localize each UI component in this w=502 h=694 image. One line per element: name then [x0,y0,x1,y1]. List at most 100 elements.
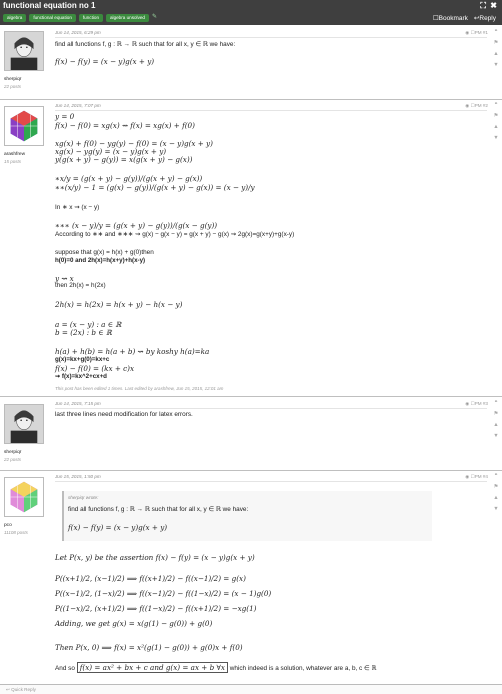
math-line: According to ∗∗ and ∗∗∗ ⇝ g(x) − g(x − y… [55,231,295,238]
math-line: h(a) + h(b) = h(a + b) ⇝ by koshy h(a)=k… [55,347,210,356]
post-text: find all functions f, g : ℝ → ℝ such tha… [55,41,236,48]
math-line: suppose that g(x) = h(x) + g(0)then [55,249,154,256]
post-4: pco 11108 posts Jun 15, 2015, 1:50 pm ◉ … [0,471,502,684]
username[interactable]: pco [4,523,44,528]
math-line: P((x+1)/2, (x−1)/2) ⟹ f((x+1)/2) − f((x−… [55,574,246,583]
math-line: ∗∗(x/y) − 1 = (g(x) − g(y))/(g(x + y) − … [55,183,255,192]
pm-label[interactable]: PM [475,474,482,479]
close-icon[interactable]: ✖ [490,1,497,10]
post-meta: ◉ ☐PM #1 [465,30,488,36]
view-icon[interactable]: ◉ [465,30,469,35]
reply-label: Reply [479,15,496,22]
topic-title: functional equation no 1 [3,1,96,10]
post-author: sherpiqr 22 posts [4,404,44,462]
post-number[interactable]: #1 [483,30,488,35]
post-number[interactable]: #4 [483,474,488,479]
math-line: ⇝ f(x)=kx^2+cx+d [55,373,107,380]
quote-icon[interactable]: ❝ [492,100,500,111]
avatar-sherpiqr[interactable] [4,404,44,444]
math-line: y = 0 [55,112,75,121]
thumbs-up-icon[interactable]: ▲ [492,49,500,60]
divider [55,37,487,38]
thumbs-down-icon[interactable]: ▼ [492,504,500,515]
flag-icon[interactable]: ⚑ [492,111,500,122]
post-count: 11108 posts [4,530,28,535]
post-date: Jun 15, 2015, 1:50 pm [55,474,101,479]
math-line: ∗∗∗ (x − y)/y = (g(x + y) − g(y))/(g(x −… [55,221,218,230]
math-line: g(x)=kx+g(0)=kx+c [55,356,110,363]
post-meta: ◉ ☐PM #4 [465,474,488,480]
flag-icon[interactable]: ⚑ [492,482,500,493]
topic-header: functional equation no 1 ⛶ ✖ algebra fun… [0,0,502,25]
quote-text: find all functions f, g : ℝ → ℝ such tha… [68,506,249,513]
pm-label[interactable]: PM [475,401,482,406]
tag-algebra[interactable]: algebra [3,14,27,22]
username[interactable]: arashfrew [4,152,44,157]
math-line: Let P(x, y) be the assertion f(x) − f(y)… [55,553,255,562]
post-side-icons: ❝ ⚑ ▲ ▼ [492,471,500,515]
quick-reply-bar[interactable]: ↩ Quick Reply [0,684,502,694]
quote-icon[interactable]: ❝ [492,398,500,409]
post-3: sherpiqr 22 posts Jun 14, 2015, 7:15 pm … [0,398,502,471]
math-line: then 2h(x) = h(2x) [55,282,106,289]
post-side-icons: ❝ ⚑ ▲ ▼ [492,398,500,442]
avatar-pco[interactable] [4,477,44,517]
edit-note: This post has been edited 1 times. Last … [55,386,224,391]
tag-functional-equation[interactable]: functional equation [29,14,76,22]
pm-label[interactable]: PM [475,103,482,108]
quote-icon[interactable]: ❝ [492,27,500,38]
post-date: Jun 14, 2015, 6:29 pm [55,30,101,35]
expand-icon[interactable]: ⛶ [480,1,486,11]
flag-icon[interactable]: ⚑ [492,409,500,420]
post-author: pco 11108 posts [4,477,44,535]
bookmark-label: Bookmark [438,15,468,22]
avatar-arashfrew[interactable] [4,106,44,146]
conclusion-line: And so f(x) = ax² + bx + c and g(x) = ax… [55,662,376,673]
math-line: f(x) − f(y) = (x − y)g(x + y) [55,57,155,66]
quote-author: sherpiqr wrote: [68,495,99,500]
quick-reply-label[interactable]: Quick Reply [11,687,36,692]
thumbs-up-icon[interactable]: ▲ [492,122,500,133]
post-author: sherpiqr 22 posts [4,31,44,89]
topic-actions: ☐Bookmark ↩Reply [433,14,496,22]
bookmark-button[interactable]: ☐Bookmark [433,14,468,22]
post-meta: ◉ ☐PM #2 [465,103,488,109]
reply-button[interactable]: ↩Reply [474,14,496,22]
edit-tags-icon[interactable]: ✎ [152,14,157,22]
thumbs-down-icon[interactable]: ▼ [492,133,500,144]
pm-label[interactable]: PM [475,30,482,35]
math-line: Adding, we get g(x) = x(g(1) − g(0)) + g… [55,619,213,628]
math-line: h(0)=0 and 2h(x)=h(x+y)+h(x-y) [55,257,146,264]
divider [55,408,487,409]
boxed-answer: f(x) = ax² + bx + c and g(x) = ax + b ∀x [76,662,228,673]
post-side-icons: ❝ ⚑ ▲ ▼ [492,27,500,71]
math-line: y(g(x + y) − g(y)) = x(g(x + y) − g(x)) [55,155,193,164]
view-icon[interactable]: ◉ [465,474,469,479]
post-date: Jun 14, 2015, 7:15 pm [55,401,101,406]
quote-icon[interactable]: ❝ [492,471,500,482]
post-date: Jun 14, 2015, 7:07 pm [55,103,101,108]
post-meta: ◉ ☐PM #3 [465,401,488,407]
tag-function[interactable]: function [78,14,103,22]
thumbs-up-icon[interactable]: ▲ [492,420,500,431]
view-icon[interactable]: ◉ [465,103,469,108]
view-icon[interactable]: ◉ [465,401,469,406]
avatar-sherpiqr[interactable] [4,31,44,71]
math-line: P((1−x)/2, (x+1)/2) ⟹ f((1−x)/2) − f((x+… [55,604,257,613]
username[interactable]: sherpiqr [4,450,44,455]
math-line: f(x) − f(0) = (kx + c)x [55,364,135,373]
username[interactable]: sherpiqr [4,77,44,82]
post-count: 22 posts [4,457,22,462]
post-number[interactable]: #2 [483,103,488,108]
quote-math: f(x) − f(y) = (x − y)g(x + y) [68,523,168,532]
thumbs-up-icon[interactable]: ▲ [492,493,500,504]
thumbs-down-icon[interactable]: ▼ [492,60,500,71]
post-count: 15 posts [4,159,22,164]
conclusion-prefix: And so [55,665,75,672]
flag-icon[interactable]: ⚑ [492,38,500,49]
math-line: In ∗ x ⇝ (x − y) [55,204,100,211]
math-line: 2h(x) = h(2x) = h(x + y) − h(x − y) [55,300,183,309]
thumbs-down-icon[interactable]: ▼ [492,431,500,442]
post-number[interactable]: #3 [483,401,488,406]
tag-algebra-unsolved[interactable]: algebra unsolved [106,14,149,22]
